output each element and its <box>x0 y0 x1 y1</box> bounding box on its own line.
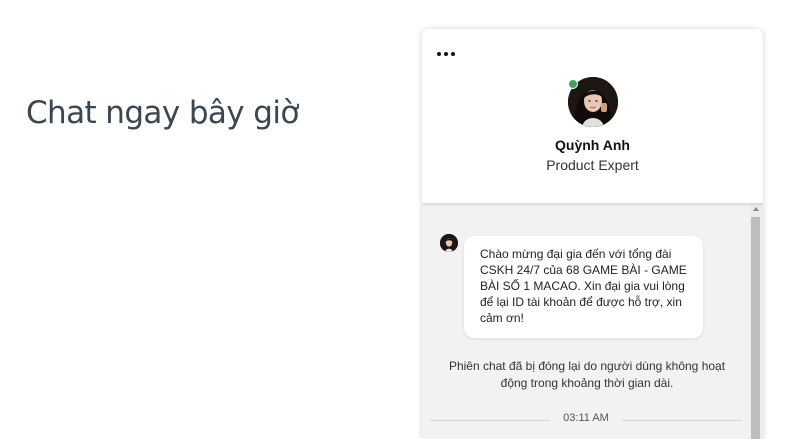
agent-message-bubble: Chào mừng đại gia đến với tổng đài CSKH … <box>464 236 703 338</box>
chat-header: Quỳnh Anh Product Expert <box>422 29 763 203</box>
menu-dot <box>451 52 455 56</box>
message-timestamp: 03:11 AM <box>563 412 609 424</box>
scroll-thumb[interactable] <box>751 217 760 439</box>
chat-scrollbar[interactable] <box>750 203 763 439</box>
session-closed-note: Phiên chat đã bị đóng lại do người dùng … <box>448 359 726 390</box>
agent-name: Quỳnh Anh <box>555 137 630 153</box>
chat-message-area[interactable]: Chào mừng đại gia đến với tổng đài CSKH … <box>422 203 750 439</box>
page-heading: Chat ngay bây giờ <box>26 94 299 131</box>
more-options-icon[interactable] <box>437 47 459 61</box>
menu-dot <box>437 52 441 56</box>
menu-dot <box>444 52 448 56</box>
online-status-dot <box>568 79 578 89</box>
message-agent-avatar <box>440 234 458 252</box>
agent-avatar-wrapper <box>568 77 618 127</box>
chat-widget: Quỳnh Anh Product Expert Chào mừng đại g… <box>422 29 763 439</box>
timestamp-divider: 03:11 AM <box>430 412 742 428</box>
scroll-up-arrow-icon[interactable] <box>753 207 759 211</box>
agent-role: Product Expert <box>546 157 639 173</box>
divider-line <box>622 420 742 421</box>
